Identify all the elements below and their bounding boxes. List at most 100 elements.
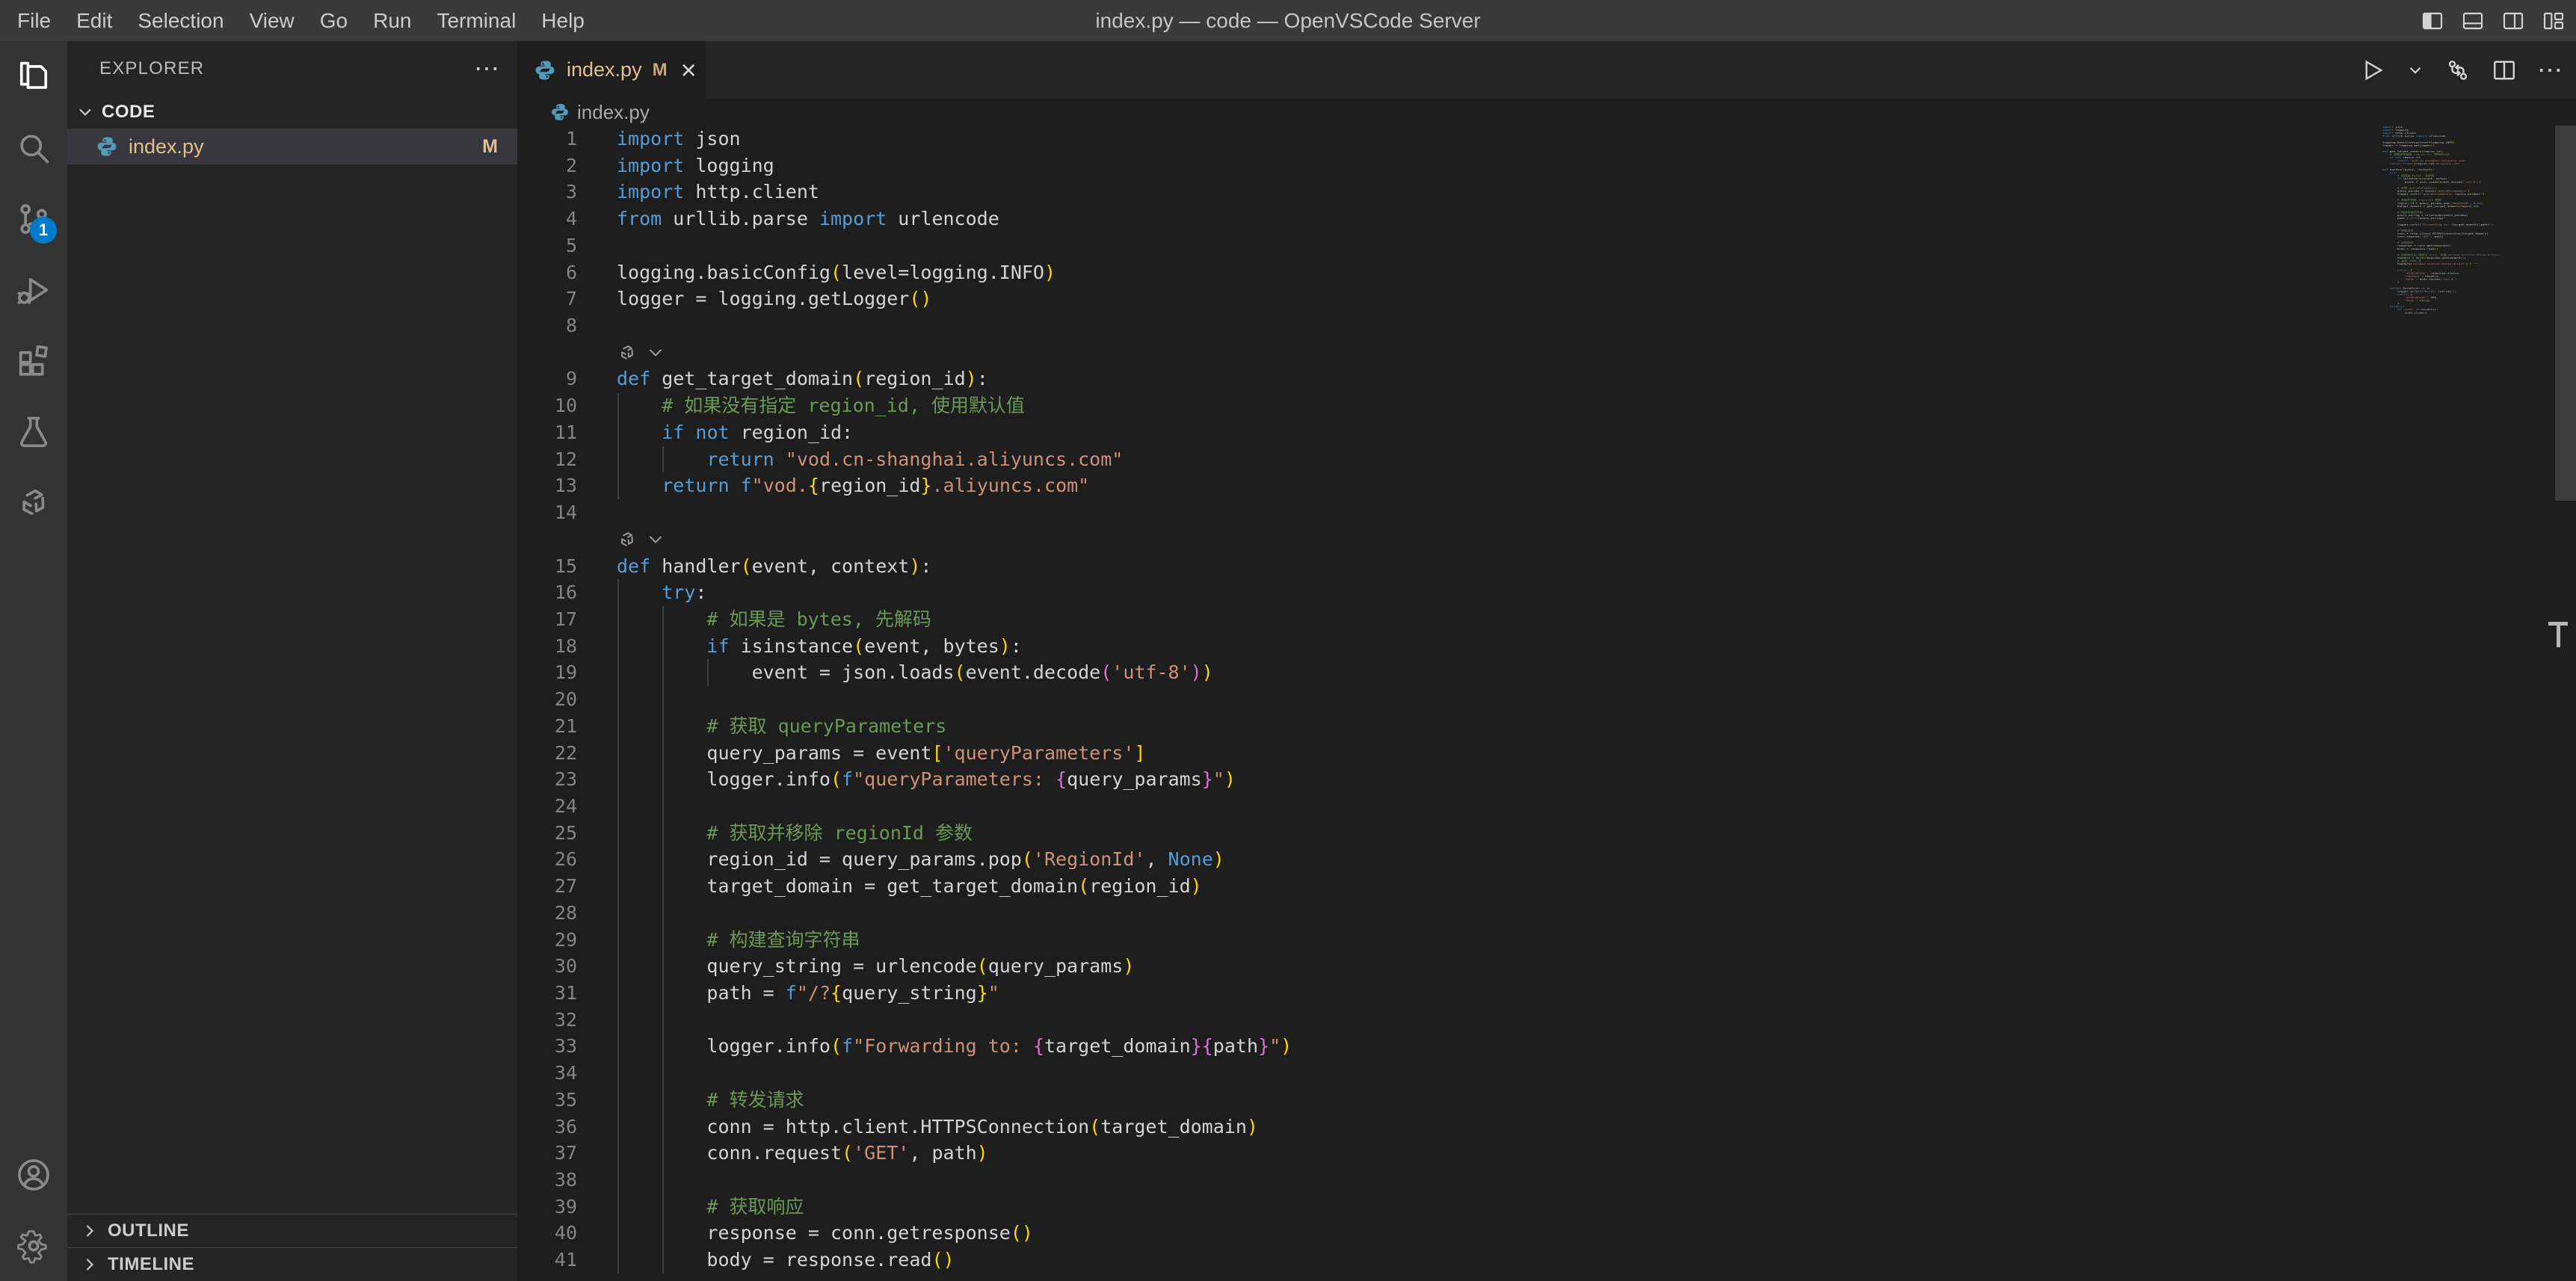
line-number[interactable]: 12 (517, 446, 577, 473)
code-line-33[interactable]: 33 logger.info(f"Forwarding to: {target_… (517, 1033, 2576, 1060)
split-editor-icon[interactable] (2491, 57, 2518, 84)
toggle-sidebar-icon[interactable] (2421, 9, 2444, 33)
line-number[interactable]: 25 (517, 820, 577, 847)
line-number[interactable]: 39 (517, 1194, 577, 1220)
code-line-14[interactable]: 14 (517, 499, 2576, 526)
tab-indexpy[interactable]: index.py M × (517, 41, 706, 99)
chevron-down-icon[interactable] (645, 529, 666, 550)
codelens-ai-action[interactable] (517, 339, 2576, 366)
code-line-27[interactable]: 27 target_domain = get_target_domain(reg… (517, 873, 2576, 900)
menu-item-run[interactable]: Run (360, 0, 424, 41)
code-line-30[interactable]: 30 query_string = urlencode(query_params… (517, 953, 2576, 980)
activity-item-source-control[interactable]: 1 (0, 183, 67, 254)
code-line-3[interactable]: 3import http.client (517, 179, 2576, 206)
line-number[interactable]: 1 (517, 126, 577, 152)
line-number[interactable]: 2 (517, 152, 577, 179)
lingma-codelens-icon[interactable] (617, 529, 638, 550)
line-number[interactable]: 4 (517, 206, 577, 232)
code-line-18[interactable]: 18 if isinstance(event, bytes): (517, 633, 2576, 660)
line-number[interactable]: 14 (517, 499, 577, 526)
chevron-down-icon[interactable] (645, 342, 666, 363)
line-number[interactable]: 41 (517, 1247, 577, 1274)
code-line-19[interactable]: 19 event = json.loads(event.decode('utf-… (517, 659, 2576, 686)
lingma-codelens-icon[interactable] (617, 342, 638, 363)
code-line-7[interactable]: 7logger = logging.getLogger() (517, 285, 2576, 312)
explorer-more-actions-icon[interactable]: ⋯ (474, 54, 501, 84)
line-number[interactable]: 33 (517, 1033, 577, 1060)
timeline-section-header[interactable]: TIMELINE (67, 1247, 517, 1281)
run-python-file-icon[interactable] (2359, 57, 2386, 84)
code-line-37[interactable]: 37 conn.request('GET', path) (517, 1140, 2576, 1167)
code-line-4[interactable]: 4from urllib.parse import urlencode (517, 206, 2576, 232)
line-number[interactable]: 26 (517, 846, 577, 873)
breadcrumb[interactable]: index.py (517, 99, 2576, 126)
toggle-panel-icon[interactable] (2461, 9, 2485, 33)
code-line-13[interactable]: 13 return f"vod.{region_id}.aliyuncs.com… (517, 472, 2576, 499)
line-number[interactable]: 15 (517, 553, 577, 580)
line-number[interactable]: 11 (517, 419, 577, 446)
line-number[interactable]: 36 (517, 1114, 577, 1140)
line-number[interactable]: 7 (517, 285, 577, 312)
code-line-2[interactable]: 2import logging (517, 152, 2576, 179)
outline-section-header[interactable]: OUTLINE (67, 1214, 517, 1247)
activity-item-search[interactable] (0, 112, 67, 183)
menu-item-edit[interactable]: Edit (64, 0, 125, 41)
line-number[interactable]: 19 (517, 659, 577, 686)
code-line-38[interactable]: 38 (517, 1167, 2576, 1194)
activity-item-testing[interactable] (0, 396, 67, 467)
code-line-25[interactable]: 25 # 获取并移除 regionId 参数 (517, 820, 2576, 847)
line-number[interactable]: 20 (517, 686, 577, 713)
line-number[interactable]: 40 (517, 1220, 577, 1247)
line-number[interactable]: 5 (517, 232, 577, 259)
line-number[interactable]: 29 (517, 927, 577, 954)
activity-item-lingma[interactable] (0, 467, 67, 538)
line-number[interactable]: 32 (517, 1007, 577, 1034)
menu-item-view[interactable]: View (237, 0, 307, 41)
code-line-8[interactable]: 8 (517, 312, 2576, 339)
line-number[interactable]: 9 (517, 365, 577, 392)
code-line-12[interactable]: 12 return "vod.cn-shanghai.aliyuncs.com" (517, 446, 2576, 473)
line-number[interactable]: 30 (517, 953, 577, 980)
line-number[interactable]: 37 (517, 1140, 577, 1167)
line-number[interactable]: 27 (517, 873, 577, 900)
code-line-10[interactable]: 10 # 如果没有指定 region_id, 使用默认值 (517, 392, 2576, 419)
code-line-1[interactable]: 1import json (517, 126, 2576, 152)
line-number[interactable]: 6 (517, 259, 577, 286)
code-line-11[interactable]: 11 if not region_id: (517, 419, 2576, 446)
activity-item-explorer[interactable] (0, 41, 67, 112)
code-line-24[interactable]: 24 (517, 793, 2576, 820)
code-line-9[interactable]: 9def get_target_domain(region_id): (517, 365, 2576, 392)
tab-close-icon[interactable]: × (681, 57, 697, 84)
code-line-5[interactable]: 5 (517, 232, 2576, 259)
code-line-22[interactable]: 22 query_params = event['queryParameters… (517, 740, 2576, 767)
line-number[interactable]: 13 (517, 472, 577, 499)
menu-item-help[interactable]: Help (529, 0, 597, 41)
code-line-15[interactable]: 15def handler(event, context): (517, 553, 2576, 580)
code-line-39[interactable]: 39 # 获取响应 (517, 1194, 2576, 1220)
code-line-20[interactable]: 20 (517, 686, 2576, 713)
line-number[interactable]: 28 (517, 900, 577, 927)
activity-item-run-debug[interactable] (0, 254, 67, 325)
line-number[interactable]: 10 (517, 392, 577, 419)
line-number[interactable]: 22 (517, 740, 577, 767)
run-dropdown-chevron-icon[interactable] (2406, 61, 2425, 80)
line-number[interactable]: 38 (517, 1167, 577, 1194)
line-number[interactable]: 17 (517, 606, 577, 633)
line-number[interactable]: 18 (517, 633, 577, 660)
code-line-26[interactable]: 26 region_id = query_params.pop('RegionI… (517, 846, 2576, 873)
line-number[interactable]: 31 (517, 980, 577, 1007)
code-line-32[interactable]: 32 (517, 1007, 2576, 1034)
line-number[interactable]: 16 (517, 579, 577, 606)
activity-item-accounts[interactable] (0, 1139, 67, 1210)
section-header-code[interactable]: CODE (67, 96, 517, 129)
menu-item-terminal[interactable]: Terminal (424, 0, 529, 41)
line-number[interactable]: 21 (517, 713, 577, 740)
activity-item-settings[interactable] (0, 1210, 67, 1281)
line-number[interactable]: 3 (517, 179, 577, 206)
scrollbar-slider[interactable] (2555, 126, 2576, 501)
minimap[interactable]: import json import logging import http.c… (2382, 126, 2553, 350)
code-line-36[interactable]: 36 conn = http.client.HTTPSConnection(ta… (517, 1114, 2576, 1140)
code-line-23[interactable]: 23 logger.info(f"queryParameters: {query… (517, 766, 2576, 793)
menu-item-selection[interactable]: Selection (125, 0, 236, 41)
file-item-indexpy[interactable]: index.py M (67, 129, 517, 164)
